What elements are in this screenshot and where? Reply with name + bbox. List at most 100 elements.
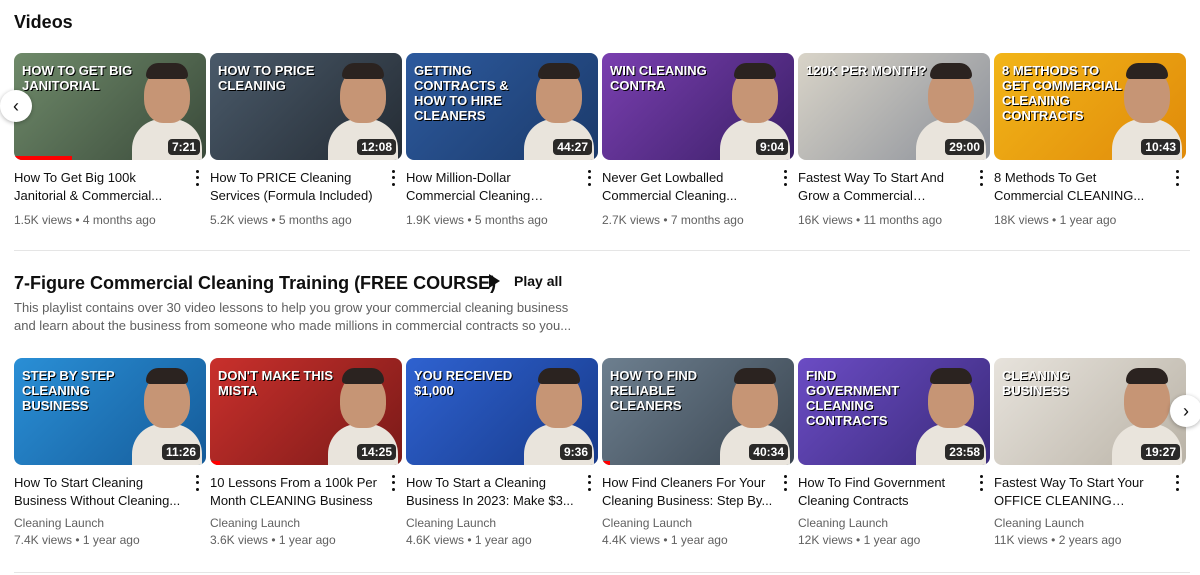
view-count: 4.4K views [602, 533, 661, 547]
channel-name[interactable]: Cleaning Launch [14, 515, 186, 531]
channel-name[interactable]: Cleaning Launch [210, 515, 382, 531]
view-count: 4.6K views [406, 533, 465, 547]
video-card[interactable]: Find government cleaning contracts 23:58 H… [798, 358, 990, 548]
video-card[interactable]: 8 methods to get commercial cleaning con… [994, 53, 1186, 228]
more-options-icon[interactable] [974, 168, 988, 188]
video-title[interactable]: How To Start a Cleaning Business In 2023… [406, 474, 578, 510]
video-stats: 18K views • 1 year ago [994, 212, 1166, 228]
video-thumbnail[interactable]: Cleaning business 19:27 [994, 358, 1186, 465]
playlist-title[interactable]: 7-Figure Commercial Cleaning Training (F… [14, 273, 496, 294]
video-title[interactable]: Never Get Lowballed Commercial Cleaning.… [602, 169, 774, 205]
video-stats: 4.4K views • 1 year ago [602, 532, 774, 548]
video-thumbnail[interactable]: How to price cleaning 12:08 [210, 53, 402, 160]
channel-name[interactable]: Cleaning Launch [994, 515, 1166, 531]
video-thumbnail[interactable]: Don't make this mista 14:25 [210, 358, 402, 465]
video-thumbnail[interactable]: How to get big janitorial 7:21 [14, 53, 206, 160]
video-stats: 11K views • 2 years ago [994, 532, 1166, 548]
video-thumbnail[interactable]: 120K per month? 29:00 [798, 53, 990, 160]
video-stats: 4.6K views • 1 year ago [406, 532, 578, 548]
more-options-icon[interactable] [190, 168, 204, 188]
video-card[interactable]: How to price cleaning 12:08 How To PRICE C… [210, 53, 402, 228]
upload-age: 7 months ago [670, 213, 744, 227]
video-duration: 7:21 [167, 139, 200, 155]
video-thumbnail[interactable]: Step by step cleaning business 11:26 [14, 358, 206, 465]
channel-name[interactable]: Cleaning Launch [798, 515, 970, 531]
thumbnail-caption: 120K per month? [806, 63, 927, 78]
play-all-label: Play all [514, 273, 563, 289]
thumbnail-caption: How to get big janitorial [22, 63, 133, 93]
video-card[interactable]: Getting contracts & how to hire cleaners… [406, 53, 598, 228]
stats-separator: • [464, 213, 475, 227]
video-card[interactable]: 120K per month? 29:00 Fastest Way To Start… [798, 53, 990, 228]
video-title[interactable]: 10 Lessons From a 100k Per Month CLEANIN… [210, 474, 382, 510]
video-title[interactable]: Fastest Way To Start And Grow a Commerci… [798, 169, 970, 205]
video-title[interactable]: How Find Cleaners For Your Cleaning Busi… [602, 474, 774, 510]
view-count: 11K views [994, 533, 1048, 547]
upload-age: 1 year ago [82, 533, 140, 547]
upload-age: 4 months ago [82, 213, 156, 227]
video-card[interactable]: Step by step cleaning business 11:26 How T… [14, 358, 206, 548]
video-card[interactable]: How to get big janitorial 7:21 How To Get … [14, 53, 206, 228]
thumbnail-caption: Win cleaning contra [610, 63, 707, 93]
upload-age: 5 months ago [474, 213, 548, 227]
thumbnail-caption: Don't make this mista [218, 368, 334, 398]
video-thumbnail[interactable]: 8 methods to get commercial cleaning con… [994, 53, 1186, 160]
more-options-icon[interactable] [190, 473, 204, 493]
more-options-icon[interactable] [778, 168, 792, 188]
bottom-divider [14, 572, 1190, 573]
view-count: 2.7K views [602, 213, 661, 227]
channel-name[interactable]: Cleaning Launch [406, 515, 578, 531]
shelf-previous-button[interactable]: ‹ [0, 90, 32, 122]
more-options-icon[interactable] [1170, 168, 1184, 188]
view-count: 16K views [798, 213, 853, 227]
video-thumbnail[interactable]: Find government cleaning contracts 23:58 [798, 358, 990, 465]
presenter-hair [930, 63, 972, 79]
video-title[interactable]: How Million-Dollar Commercial Cleaning O… [406, 169, 578, 205]
video-duration: 12:08 [357, 139, 396, 155]
video-title[interactable]: How To Find Government Cleaning Contract… [798, 474, 970, 510]
presenter-hair [734, 368, 776, 384]
presenter-hair [930, 368, 972, 384]
stats-separator: • [1048, 213, 1060, 227]
chevron-left-icon: ‹ [13, 95, 19, 116]
stats-separator: • [268, 533, 279, 547]
video-card[interactable]: Cleaning business 19:27 Fastest Way To Sta… [994, 358, 1186, 548]
more-options-icon[interactable] [386, 473, 400, 493]
upload-age: 1 year ago [278, 533, 336, 547]
more-options-icon[interactable] [1170, 473, 1184, 493]
video-duration: 14:25 [357, 444, 396, 460]
more-options-icon[interactable] [582, 473, 596, 493]
upload-age: 1 year ago [670, 533, 728, 547]
more-options-icon[interactable] [582, 168, 596, 188]
stats-separator: • [268, 213, 279, 227]
stats-separator: • [72, 533, 83, 547]
video-title[interactable]: How To Get Big 100k Janitorial & Commerc… [14, 169, 186, 205]
shelf-next-button[interactable]: › [1170, 395, 1200, 427]
video-duration: 11:26 [161, 444, 200, 460]
view-count: 7.4K views [14, 533, 73, 547]
video-title[interactable]: How To Start Cleaning Business Without C… [14, 474, 186, 510]
video-title[interactable]: 8 Methods To Get Commercial CLEANING... [994, 169, 1166, 205]
video-thumbnail[interactable]: You received $1,000 9:36 [406, 358, 598, 465]
channel-name[interactable]: Cleaning Launch [602, 515, 774, 531]
video-card[interactable]: You received $1,000 9:36 How To Start a Cl… [406, 358, 598, 548]
presenter-hair [342, 63, 384, 79]
more-options-icon[interactable] [974, 473, 988, 493]
play-icon [489, 274, 500, 288]
video-card[interactable]: Don't make this mista 14:25 10 Lessons Fro… [210, 358, 402, 548]
more-options-icon[interactable] [778, 473, 792, 493]
presenter-hair [1126, 368, 1168, 384]
videos-shelf: How to get big janitorial 7:21 How To Get … [14, 53, 1194, 243]
view-count: 1.5K views [14, 213, 73, 227]
video-thumbnail[interactable]: Getting contracts & how to hire cleaners… [406, 53, 598, 160]
presenter-hair [146, 368, 188, 384]
more-options-icon[interactable] [386, 168, 400, 188]
video-thumbnail[interactable]: How to find reliable cleaners 40:34 [602, 358, 794, 465]
video-title[interactable]: Fastest Way To Start Your OFFICE CLEANIN… [994, 474, 1166, 510]
play-all-button[interactable]: Play all [489, 273, 562, 289]
video-title[interactable]: How To PRICE Cleaning Services (Formula … [210, 169, 382, 205]
video-thumbnail[interactable]: Win cleaning contra 9:04 [602, 53, 794, 160]
view-count: 18K views [994, 213, 1049, 227]
video-card[interactable]: How to find reliable cleaners 40:34 How Fi… [602, 358, 794, 548]
video-card[interactable]: Win cleaning contra 9:04 Never Get Lowball… [602, 53, 794, 228]
